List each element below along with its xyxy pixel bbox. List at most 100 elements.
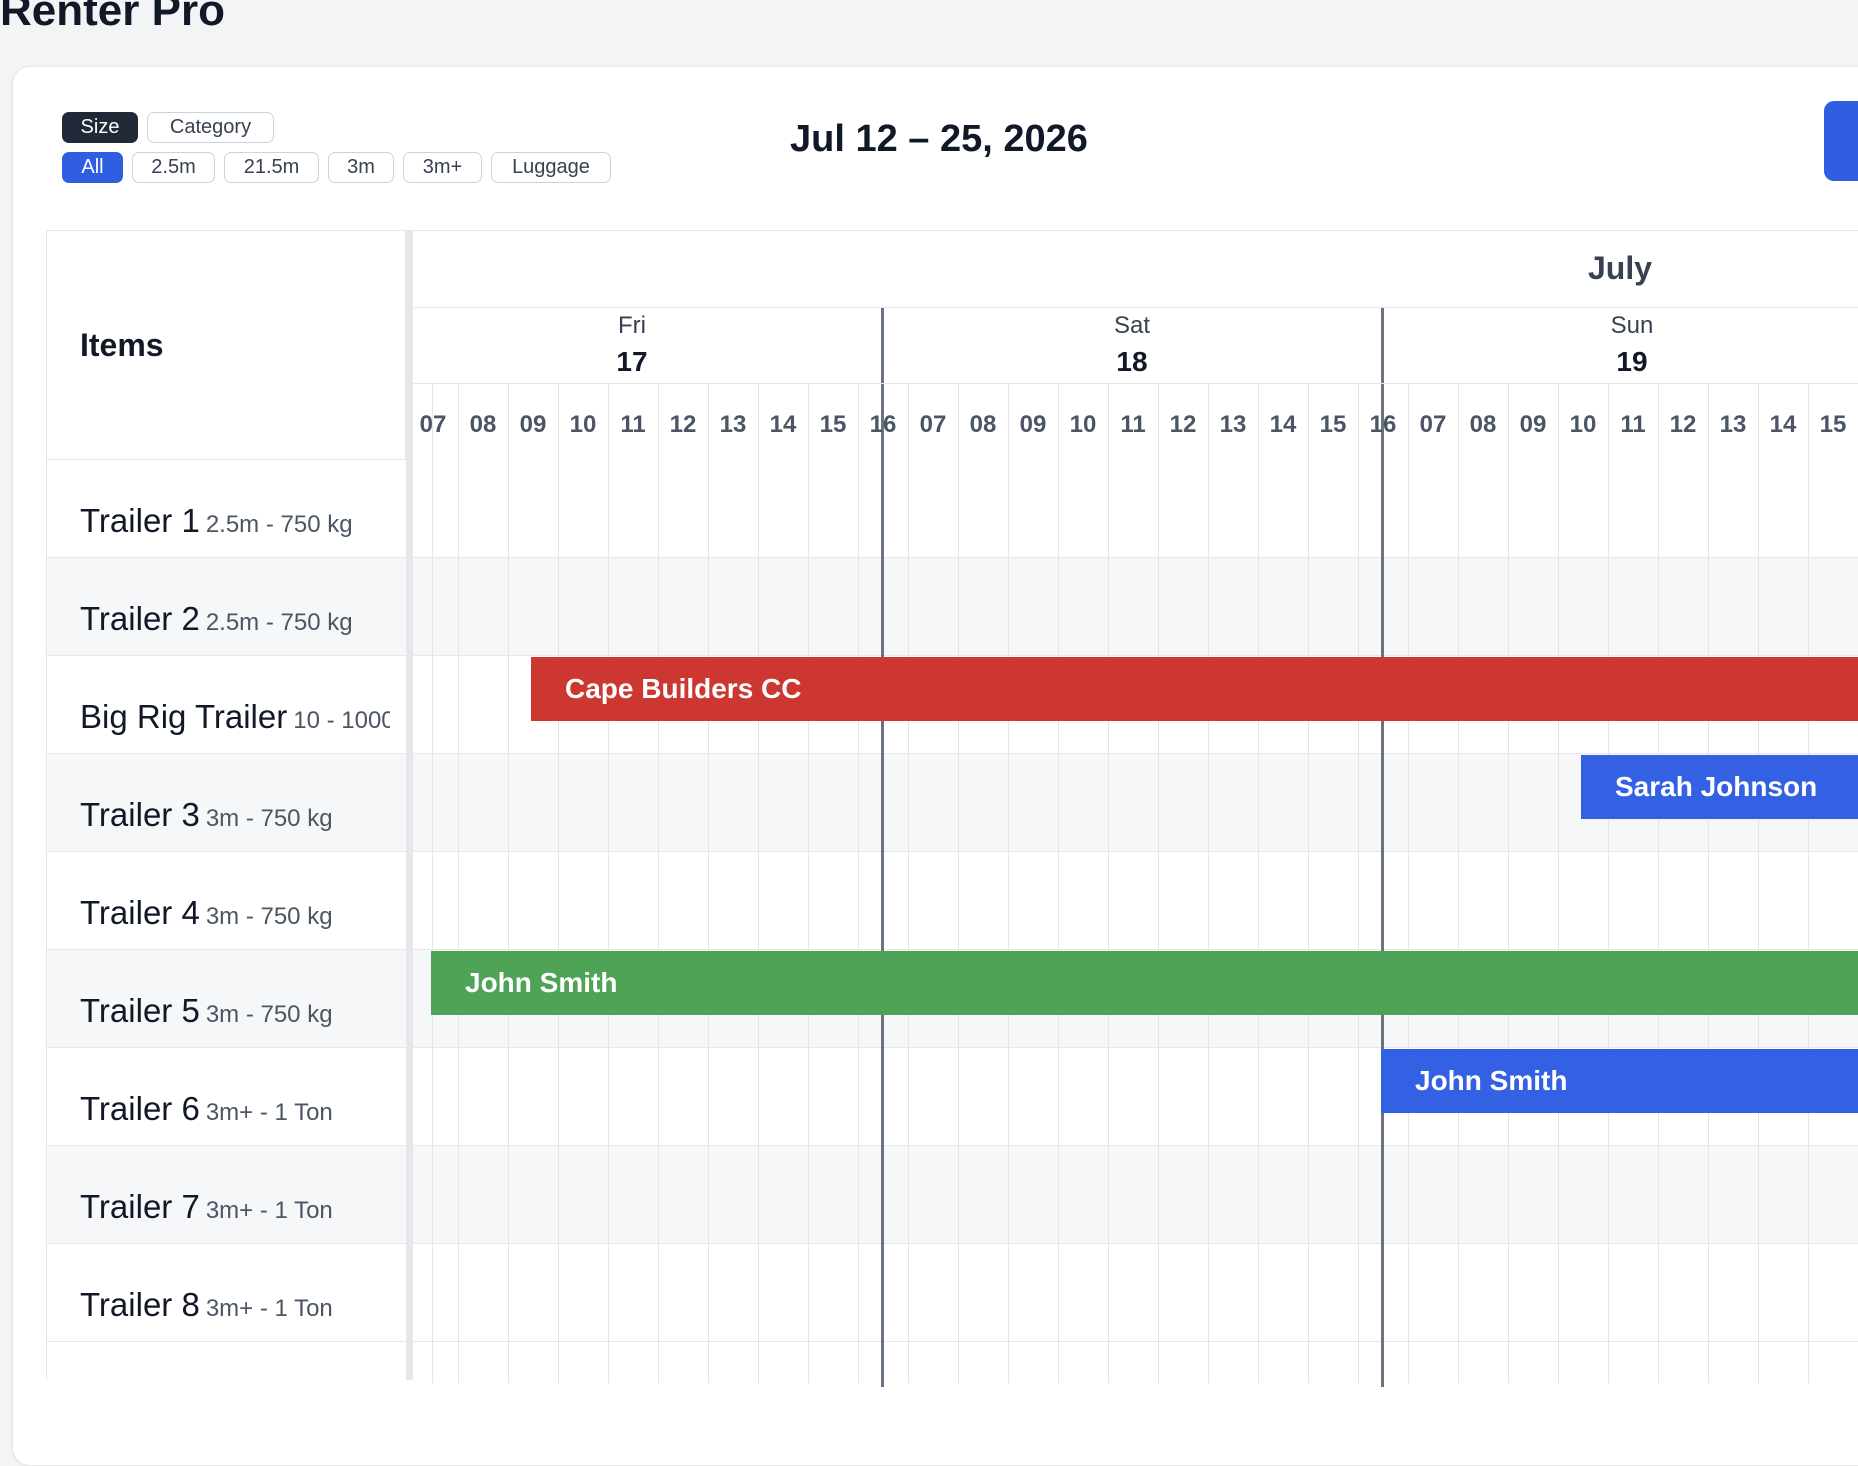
hour-label: 13 — [1219, 411, 1247, 438]
hour-label: 11 — [1620, 411, 1646, 438]
hour-label: 08 — [1469, 411, 1497, 438]
app-title: Renter Pro — [0, 0, 225, 35]
hour-label: 15 — [1319, 411, 1347, 438]
hour-gridline — [808, 383, 809, 1383]
hour-gridline — [1258, 383, 1259, 1383]
item-name: Trailer 6 — [80, 1090, 200, 1127]
hour-gridline — [1058, 383, 1059, 1383]
day-name-sun: Sun — [1610, 312, 1654, 339]
hour-label: 13 — [1719, 411, 1747, 438]
date-range-title: Jul 12 – 25, 2026 — [790, 118, 1088, 160]
hour-gridline — [908, 383, 909, 1383]
hour-gridline — [1508, 383, 1509, 1383]
timeline-header-border — [413, 230, 1858, 231]
hour-label: 15 — [1819, 411, 1847, 438]
hour-label: 12 — [1669, 411, 1697, 438]
item-spec: 10 - 1000 — [293, 707, 390, 734]
item-label: Big Rig Trailer 10 - 1000 — [80, 698, 390, 736]
hour-gridline — [1008, 383, 1009, 1383]
hour-gridline — [1208, 383, 1209, 1383]
hour-gridline — [608, 383, 609, 1383]
item-name: Trailer 4 — [80, 894, 200, 931]
item-name: Trailer 3 — [80, 796, 200, 833]
hour-gridline — [658, 383, 659, 1383]
booking-label: Cape Builders CC — [565, 673, 802, 704]
hour-gridline — [758, 383, 759, 1383]
booking-bar[interactable]: John Smith — [431, 951, 1858, 1015]
group-tab-size[interactable]: Size — [62, 112, 138, 143]
hour-gridline — [708, 383, 709, 1383]
hour-gridline — [1158, 383, 1159, 1383]
item-label: Trailer 7 3m+ - 1 Ton — [80, 1188, 390, 1226]
day-divider — [881, 307, 884, 1387]
size-chip-luggage[interactable]: Luggage — [491, 152, 611, 183]
size-chip-21-5m[interactable]: 21.5m — [224, 152, 319, 183]
hour-label: 08 — [969, 411, 997, 438]
group-tab-category[interactable]: Category — [147, 112, 274, 143]
hour-label: 12 — [669, 411, 697, 438]
item-spec: 3m - 750 kg — [205, 805, 333, 832]
hour-label: 14 — [1269, 411, 1297, 438]
hour-gridline — [958, 383, 959, 1383]
size-chip-3m-plus[interactable]: 3m+ — [403, 152, 482, 183]
hour-label: 07 — [1419, 411, 1447, 438]
item-label: Trailer 6 3m+ - 1 Ton — [80, 1090, 390, 1128]
hour-gridline — [858, 383, 859, 1383]
hour-gridline — [1108, 383, 1109, 1383]
size-chip-2-5m[interactable]: 2.5m — [132, 152, 215, 183]
hour-label: 12 — [1169, 411, 1197, 438]
item-label: Trailer 4 3m - 750 kg — [80, 894, 390, 932]
item-spec: 3m+ - 1 Ton — [205, 1197, 333, 1224]
hour-label: 10 — [1569, 411, 1597, 438]
booking-bar[interactable]: Cape Builders CC — [531, 657, 1858, 721]
hour-gridline — [508, 383, 509, 1383]
item-spec: 3m - 750 kg — [205, 903, 333, 930]
day-number-17: 17 — [616, 346, 648, 377]
month-label: July — [1587, 250, 1653, 286]
hour-label: 11 — [620, 411, 646, 438]
item-name: Trailer 5 — [80, 992, 200, 1029]
item-spec: 2.5m - 750 kg — [205, 609, 353, 636]
hour-label: 16 — [1369, 411, 1397, 438]
item-name: Trailer 7 — [80, 1188, 200, 1225]
item-label: Trailer 2 2.5m - 750 kg — [80, 600, 390, 638]
booking-label: John Smith — [1415, 1065, 1568, 1096]
hour-gridline — [1308, 383, 1309, 1383]
item-name: Trailer 2 — [80, 600, 200, 637]
hour-label: 11 — [1120, 411, 1146, 438]
column-splitter[interactable] — [406, 230, 413, 1380]
hour-gridline — [1358, 383, 1359, 1383]
size-chip-3m[interactable]: 3m — [328, 152, 394, 183]
item-spec: 3m+ - 1 Ton — [205, 1099, 333, 1126]
items-column-title: Items — [80, 327, 164, 363]
hour-gridline — [1558, 383, 1559, 1383]
hour-label: 09 — [519, 411, 547, 438]
hour-gridline — [1658, 383, 1659, 1383]
day-row-border — [413, 383, 1858, 384]
hour-label: 07 — [419, 411, 447, 438]
item-label: Trailer 3 3m - 750 kg — [80, 796, 390, 834]
hour-label: 09 — [1019, 411, 1047, 438]
hour-label: 07 — [919, 411, 947, 438]
hour-gridline — [1758, 383, 1759, 1383]
hour-label: 13 — [719, 411, 747, 438]
hour-gridline — [1808, 383, 1809, 1383]
hour-gridline — [1608, 383, 1609, 1383]
item-label: Trailer 1 2.5m - 750 kg — [80, 502, 390, 540]
hour-label: 14 — [769, 411, 797, 438]
hour-label: 10 — [1069, 411, 1097, 438]
day-divider — [1381, 307, 1384, 1387]
item-spec: 2.5m - 750 kg — [205, 511, 353, 538]
booking-label: Sarah Johnson — [1615, 771, 1818, 802]
hour-label: 14 — [1769, 411, 1797, 438]
hour-gridline — [432, 383, 433, 1383]
header-action-button[interactable] — [1824, 101, 1858, 181]
items-column-border — [46, 460, 47, 1380]
item-label: Trailer 5 3m - 750 kg — [80, 992, 390, 1030]
hour-gridline — [1708, 383, 1709, 1383]
booking-bar[interactable]: John Smith — [1381, 1049, 1858, 1113]
size-chip-all[interactable]: All — [62, 152, 123, 183]
item-label: Trailer 8 3m+ - 1 Ton — [80, 1286, 390, 1324]
month-row-border — [413, 307, 1858, 308]
booking-bar[interactable]: Sarah Johnson — [1581, 755, 1858, 819]
